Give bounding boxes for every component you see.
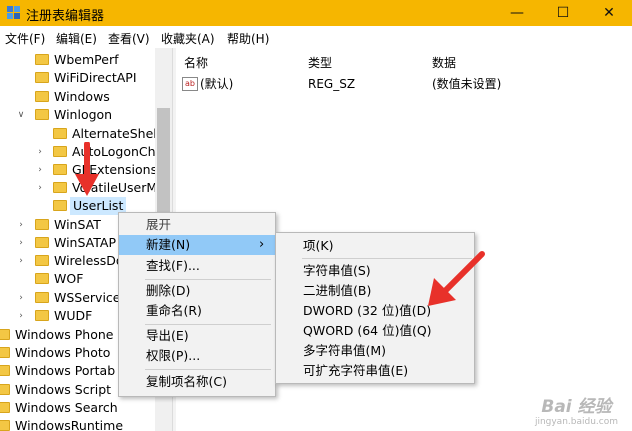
- menu-separator: [145, 279, 271, 280]
- menu-view[interactable]: 查看(V): [108, 30, 150, 47]
- folder-icon: [35, 109, 49, 120]
- tree-item[interactable]: Windows Search: [0, 399, 155, 417]
- tree-item[interactable]: WbemPerf: [0, 51, 155, 69]
- value-data: (数值未设置): [432, 77, 502, 91]
- folder-icon: [53, 128, 67, 139]
- folder-icon: [0, 329, 10, 340]
- submenu-item-qword-value[interactable]: QWORD (64 位)值(Q): [276, 321, 474, 341]
- tree-item[interactable]: ∨ Winlogon: [0, 106, 155, 124]
- menu-item-rename[interactable]: 重命名(R): [119, 301, 275, 321]
- menu-item-new[interactable]: 新建(N) ›: [119, 235, 275, 255]
- folder-icon: [53, 146, 67, 157]
- tree-item[interactable]: AlternateShel: [0, 125, 157, 143]
- annotation-arrow-diagonal-icon: [428, 251, 485, 306]
- context-menu: 展开 新建(N) › 查找(F)... 删除(D) 重命名(R) 导出(E) 权…: [118, 212, 276, 397]
- folder-icon: [35, 91, 49, 102]
- close-button[interactable]: ✕: [586, 0, 632, 26]
- watermark-brand: Bai 经验: [541, 397, 612, 417]
- folder-icon: [35, 310, 49, 321]
- regedit-app-icon: [7, 6, 20, 19]
- menu-edit[interactable]: 编辑(E): [56, 30, 97, 47]
- menu-item-export[interactable]: 导出(E): [119, 326, 275, 346]
- folder-icon: [0, 420, 10, 431]
- menu-item-copy-key-name[interactable]: 复制项名称(C): [119, 372, 275, 392]
- folder-icon: [0, 384, 10, 395]
- menu-separator: [145, 369, 271, 370]
- minimize-button[interactable]: —: [494, 0, 540, 26]
- string-value-icon: ab: [182, 77, 198, 91]
- expand-chevron-icon[interactable]: ›: [35, 143, 45, 161]
- expand-chevron-icon[interactable]: ›: [16, 216, 26, 234]
- expand-chevron-icon[interactable]: ›: [16, 289, 26, 307]
- column-header-name[interactable]: 名称: [184, 54, 208, 71]
- column-header-type[interactable]: 类型: [308, 54, 332, 71]
- expand-chevron-icon[interactable]: ›: [16, 307, 26, 325]
- value-name[interactable]: (默认): [200, 75, 233, 93]
- menu-item-expand[interactable]: 展开: [119, 215, 275, 235]
- folder-icon: [35, 219, 49, 230]
- folder-icon: [35, 292, 49, 303]
- maximize-button[interactable]: ☐: [540, 0, 586, 26]
- expand-chevron-icon[interactable]: ›: [16, 234, 26, 252]
- submenu-item-multi-string-value[interactable]: 多字符串值(M): [276, 341, 474, 361]
- collapse-chevron-icon[interactable]: ∨: [16, 106, 26, 124]
- menu-file[interactable]: 文件(F): [5, 30, 45, 47]
- folder-icon: [53, 182, 67, 193]
- value-type: REG_SZ: [308, 77, 356, 91]
- menu-bar: 文件(F) 编辑(E) 查看(V) 收藏夹(A) 帮助(H): [0, 26, 632, 49]
- submenu-arrow-icon: ›: [259, 237, 265, 252]
- folder-icon: [35, 255, 49, 266]
- folder-icon: [0, 402, 10, 413]
- folder-icon: [35, 237, 49, 248]
- watermark-url: jingyan.baidu.com: [534, 417, 618, 427]
- window-title: 注册表编辑器: [26, 9, 105, 24]
- watermark: Bai 经验 jingyan.baidu.com: [535, 392, 618, 427]
- tree-item[interactable]: WindowsRuntime: [0, 417, 155, 431]
- menu-item-delete[interactable]: 删除(D): [119, 281, 275, 301]
- menu-help[interactable]: 帮助(H): [227, 30, 269, 47]
- menu-item-find[interactable]: 查找(F)...: [119, 256, 275, 276]
- folder-icon: [35, 54, 49, 65]
- expand-chevron-icon[interactable]: ›: [35, 179, 45, 197]
- folder-icon: [35, 72, 49, 83]
- tree-item[interactable]: WiFiDirectAPI: [0, 69, 155, 87]
- tree-item[interactable]: Windows: [0, 88, 155, 106]
- folder-icon: [0, 347, 10, 358]
- folder-icon: [53, 200, 67, 211]
- folder-icon: [0, 365, 10, 376]
- annotation-arrow-down-icon: [75, 142, 99, 196]
- expand-chevron-icon[interactable]: ›: [16, 252, 26, 270]
- submenu-item-expandable-string-value[interactable]: 可扩充字符串值(E): [276, 361, 474, 381]
- expand-chevron-icon[interactable]: ›: [35, 161, 45, 179]
- column-header-data[interactable]: 数据: [432, 54, 456, 71]
- folder-icon: [35, 273, 49, 284]
- menu-separator: [145, 324, 271, 325]
- folder-icon: [53, 164, 67, 175]
- title-bar: 注册表编辑器 — ☐ ✕: [0, 0, 632, 26]
- menu-favorites[interactable]: 收藏夹(A): [161, 30, 215, 47]
- menu-item-permissions[interactable]: 权限(P)...: [119, 346, 275, 366]
